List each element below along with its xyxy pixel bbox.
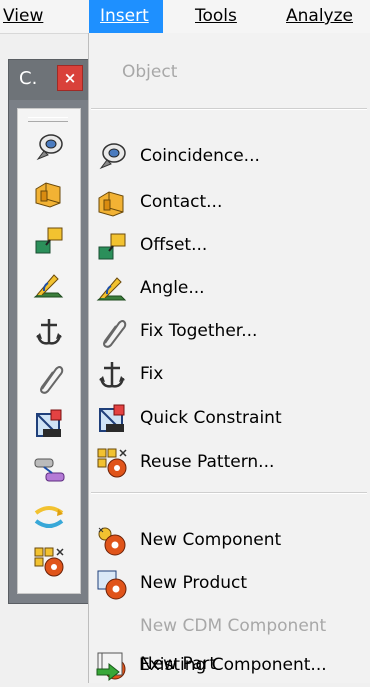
menu-tools[interactable]: Tools bbox=[195, 0, 255, 33]
menu-item-object[interactable]: Object bbox=[89, 53, 369, 93]
menu-item-new-component[interactable]: New Component bbox=[89, 521, 369, 561]
quick-constraint-icon[interactable] bbox=[32, 407, 66, 441]
constraints-toolbar: C. × bbox=[8, 59, 90, 604]
fix-together-icon bbox=[95, 315, 129, 349]
offset-icon bbox=[95, 229, 129, 263]
quick-constraint-icon bbox=[95, 402, 129, 436]
contact-icon[interactable] bbox=[32, 177, 66, 211]
menu-item-new-product-label: New Product bbox=[140, 573, 248, 593]
menu-item-new-product[interactable]: New Product bbox=[89, 564, 369, 604]
menu-item-quick-constraint[interactable]: Quick Constraint bbox=[89, 399, 369, 439]
menu-item-angle[interactable]: Angle... bbox=[89, 269, 369, 309]
fix-together-icon[interactable] bbox=[32, 361, 66, 395]
menu-item-new-component-label: New Component bbox=[140, 530, 282, 550]
change-constraint-icon[interactable] bbox=[32, 499, 66, 533]
menu-item-quick-constraint-label: Quick Constraint bbox=[140, 408, 282, 428]
insert-menu-dropdown: Object Coincidence... Contact... Offset.… bbox=[88, 33, 370, 683]
menu-analyze-label: Analyze bbox=[286, 6, 353, 26]
toolbar-close-button[interactable]: × bbox=[57, 65, 83, 91]
menu-separator bbox=[91, 492, 367, 494]
menu-item-offset-label: Offset... bbox=[140, 235, 208, 255]
offset-icon[interactable] bbox=[32, 223, 66, 257]
menu-separator bbox=[91, 108, 367, 110]
menu-item-object-label: Object bbox=[122, 62, 178, 82]
menu-item-coincidence[interactable]: Coincidence... bbox=[89, 137, 369, 177]
reuse-pattern-icon bbox=[95, 446, 129, 480]
flexible-rigid-icon[interactable] bbox=[32, 453, 66, 487]
new-product-icon bbox=[95, 567, 129, 601]
menu-item-reuse-pattern[interactable]: Reuse Pattern... bbox=[89, 443, 369, 483]
menu-item-angle-label: Angle... bbox=[140, 278, 205, 298]
menu-view-label: View bbox=[3, 6, 44, 26]
menu-item-existing-component[interactable]: Existing Component... bbox=[88, 646, 368, 686]
menu-item-new-cdm-component[interactable]: New CDM Component bbox=[89, 607, 369, 647]
menu-item-fix-label: Fix bbox=[140, 364, 164, 384]
new-component-icon bbox=[95, 524, 129, 558]
coincidence-icon bbox=[95, 140, 129, 174]
menu-item-fix[interactable]: Fix bbox=[89, 355, 369, 395]
toolbar-body bbox=[17, 108, 81, 594]
menu-insert[interactable]: Insert bbox=[89, 0, 163, 33]
menu-item-contact-label: Contact... bbox=[140, 192, 223, 212]
coincidence-icon[interactable] bbox=[32, 131, 66, 165]
menu-item-offset[interactable]: Offset... bbox=[89, 226, 369, 266]
angle-icon bbox=[95, 272, 129, 306]
toolbar-grip[interactable] bbox=[28, 117, 68, 122]
existing-component-icon bbox=[94, 649, 128, 683]
contact-icon bbox=[95, 186, 129, 220]
menu-tools-label: Tools bbox=[195, 6, 237, 26]
toolbar-title: C. bbox=[19, 68, 38, 89]
anchor-icon[interactable] bbox=[32, 315, 66, 349]
menu-item-coincidence-label: Coincidence... bbox=[140, 146, 260, 166]
toolbar-titlebar[interactable]: C. × bbox=[9, 60, 89, 100]
menu-item-reuse-pattern-label: Reuse Pattern... bbox=[140, 452, 275, 472]
menu-item-contact[interactable]: Contact... bbox=[89, 183, 369, 223]
menu-item-fix-together[interactable]: Fix Together... bbox=[89, 312, 369, 352]
menu-view[interactable]: View bbox=[3, 0, 63, 33]
fix-icon bbox=[95, 358, 129, 392]
menu-item-fix-together-label: Fix Together... bbox=[140, 321, 258, 341]
menu-bar: View Insert Tools Analyze bbox=[0, 0, 370, 34]
reuse-pattern-icon[interactable] bbox=[32, 545, 66, 579]
menu-analyze[interactable]: Analyze bbox=[286, 0, 370, 33]
angle-icon[interactable] bbox=[32, 269, 66, 303]
menu-item-new-cdm-component-label: New CDM Component bbox=[140, 616, 327, 636]
menu-insert-label: Insert bbox=[100, 6, 149, 26]
menu-item-existing-component-label: Existing Component... bbox=[139, 655, 327, 675]
